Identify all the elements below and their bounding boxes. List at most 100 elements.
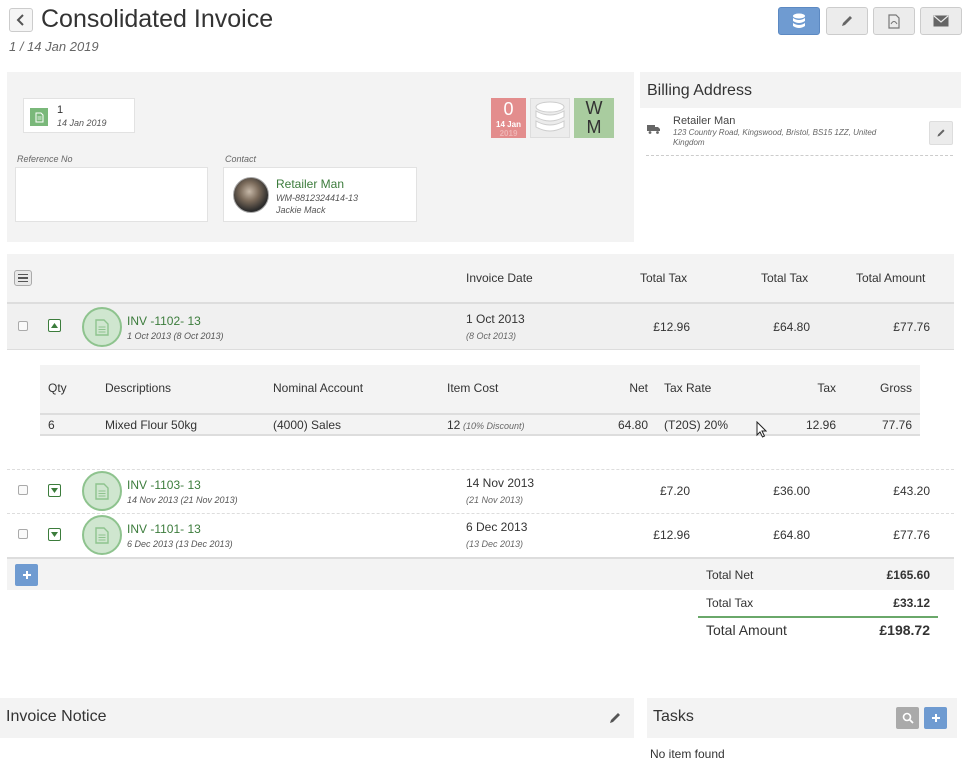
owner-initials[interactable]: W M	[574, 98, 614, 138]
tax-cell: £12.96	[653, 528, 690, 542]
invoice-notice-title: Invoice Notice	[6, 708, 107, 725]
reference-label: Reference No	[17, 154, 73, 164]
tax-cell: £12.96	[653, 320, 690, 334]
plus-icon	[22, 571, 31, 579]
caret-down-icon	[51, 488, 58, 493]
invoice-link[interactable]: INV -1102- 13	[127, 314, 201, 328]
detail-bottom-divider	[40, 434, 920, 436]
reference-field[interactable]	[15, 167, 208, 222]
billing-name: Retailer Man	[673, 115, 736, 127]
edit-billing-button[interactable]	[929, 121, 953, 145]
search-icon	[902, 712, 914, 724]
line-qty: 6	[48, 418, 55, 432]
menu-line	[18, 273, 28, 276]
tax-cell: £7.20	[659, 484, 690, 498]
search-tasks-button[interactable]	[896, 707, 919, 729]
invoice-dates: 6 Dec 2013 (13 Dec 2013)	[127, 539, 233, 549]
line-gross: 77.76	[881, 418, 912, 432]
status-badge[interactable]: 0 14 Jan 2019	[491, 98, 526, 138]
contact-label: Contact	[225, 154, 257, 164]
invoice-link[interactable]: INV -1103- 13	[127, 478, 201, 492]
line-tax: 12.96	[805, 418, 836, 432]
detail-col-item-cost: Item Cost	[447, 381, 499, 395]
billing-title: Billing Address	[647, 82, 752, 99]
owner-initial-first: W	[585, 98, 603, 118]
total-tax-label: Total Tax	[706, 596, 754, 610]
invoice-date-cell: 14 Nov 2013	[466, 476, 535, 490]
add-invoice-button[interactable]	[15, 564, 38, 586]
detail-col-tax: Tax	[817, 381, 836, 395]
line-discount: (10% Discount)	[463, 421, 525, 431]
status-count: 0	[503, 99, 514, 119]
pdf-icon	[888, 13, 900, 29]
billing-address-row: Retailer Man 123 Country Road, Kingswood…	[646, 110, 953, 156]
status-year: 2019	[499, 129, 518, 138]
row-checkbox[interactable]	[18, 321, 28, 331]
database-icon	[793, 13, 805, 28]
invoice-number: 1	[57, 104, 64, 116]
owner-initial-last: M	[586, 117, 602, 137]
truck-icon	[647, 125, 660, 134]
amount-cell: £43.20	[893, 484, 930, 498]
caret-up-icon	[51, 323, 58, 328]
total-amount-value: £198.72	[879, 622, 930, 638]
email-button[interactable]	[920, 7, 962, 35]
row-divider	[7, 469, 954, 470]
amount-cell: £77.76	[893, 528, 930, 542]
database-button[interactable]	[778, 7, 820, 35]
collapse-toggle[interactable]	[48, 319, 61, 332]
billing-address: 123 Country Road, Kingswood, Bristol, BS…	[673, 128, 877, 147]
line-nominal: (4000) Sales	[273, 418, 342, 432]
add-task-button[interactable]	[924, 707, 947, 729]
page-subtitle: 1 / 14 Jan 2019	[9, 39, 99, 54]
invoice-link[interactable]: INV -1101- 13	[127, 522, 201, 536]
net-cell: £64.80	[773, 320, 810, 334]
contact-card[interactable]: Retailer Man WM-8812324414-13 Jackie Mac…	[223, 167, 417, 222]
table-menu-button[interactable]	[14, 270, 32, 286]
total-net-value: £165.60	[886, 568, 930, 582]
pencil-icon[interactable]	[608, 711, 622, 725]
col-invoice-date[interactable]: Invoice Date	[466, 271, 533, 285]
totals-bar	[7, 557, 954, 590]
row-divider	[7, 513, 954, 514]
invoice-document-icon	[82, 515, 122, 555]
col-total-tax[interactable]: Total Tax	[640, 271, 687, 285]
back-button[interactable]	[9, 8, 33, 32]
detail-header-divider	[40, 413, 920, 415]
total-tax-value: £33.12	[893, 596, 930, 610]
line-description: Mixed Flour 50kg	[105, 418, 198, 432]
detail-col-gross: Gross	[879, 381, 912, 395]
contact-name[interactable]: Retailer Man	[276, 177, 344, 191]
detail-col-descriptions: Descriptions	[105, 381, 172, 395]
tasks-empty-message: No item found	[650, 747, 725, 761]
pencil-icon	[937, 129, 945, 137]
invoice-dates: 1 Oct 2013 (8 Oct 2013)	[127, 331, 224, 341]
pdf-button[interactable]	[873, 7, 915, 35]
avatar	[233, 177, 269, 213]
menu-line	[18, 277, 28, 279]
expand-toggle[interactable]	[48, 528, 61, 541]
total-amount-label: Total Amount	[706, 622, 787, 638]
detail-col-net: Net	[629, 381, 648, 395]
invoice-number-chip: 1 14 Jan 2019	[23, 98, 135, 133]
envelope-icon	[933, 15, 949, 27]
line-tax-rate: (T20S) 20%	[664, 418, 729, 432]
detail-col-nominal: Nominal Account	[273, 381, 364, 395]
caret-down-icon	[51, 532, 58, 537]
invoice-date-cell: 1 Oct 2013	[466, 312, 525, 326]
database-icon	[535, 101, 565, 132]
row-checkbox[interactable]	[18, 529, 28, 539]
ledger-status[interactable]	[530, 98, 570, 138]
line-item-cost: 12	[447, 418, 461, 432]
cursor-icon	[756, 421, 767, 438]
plus-icon	[931, 714, 940, 722]
col-total-tax-2[interactable]: Total Tax	[761, 271, 808, 285]
col-total-amount[interactable]: Total Amount	[856, 271, 925, 285]
contact-person: Jackie Mack	[276, 205, 326, 215]
detail-col-qty: Qty	[48, 381, 67, 395]
row-checkbox[interactable]	[18, 485, 28, 495]
invoice-document-icon	[82, 471, 122, 511]
expand-toggle[interactable]	[48, 484, 61, 497]
edit-button[interactable]	[826, 7, 868, 35]
net-cell: £64.80	[773, 528, 810, 542]
